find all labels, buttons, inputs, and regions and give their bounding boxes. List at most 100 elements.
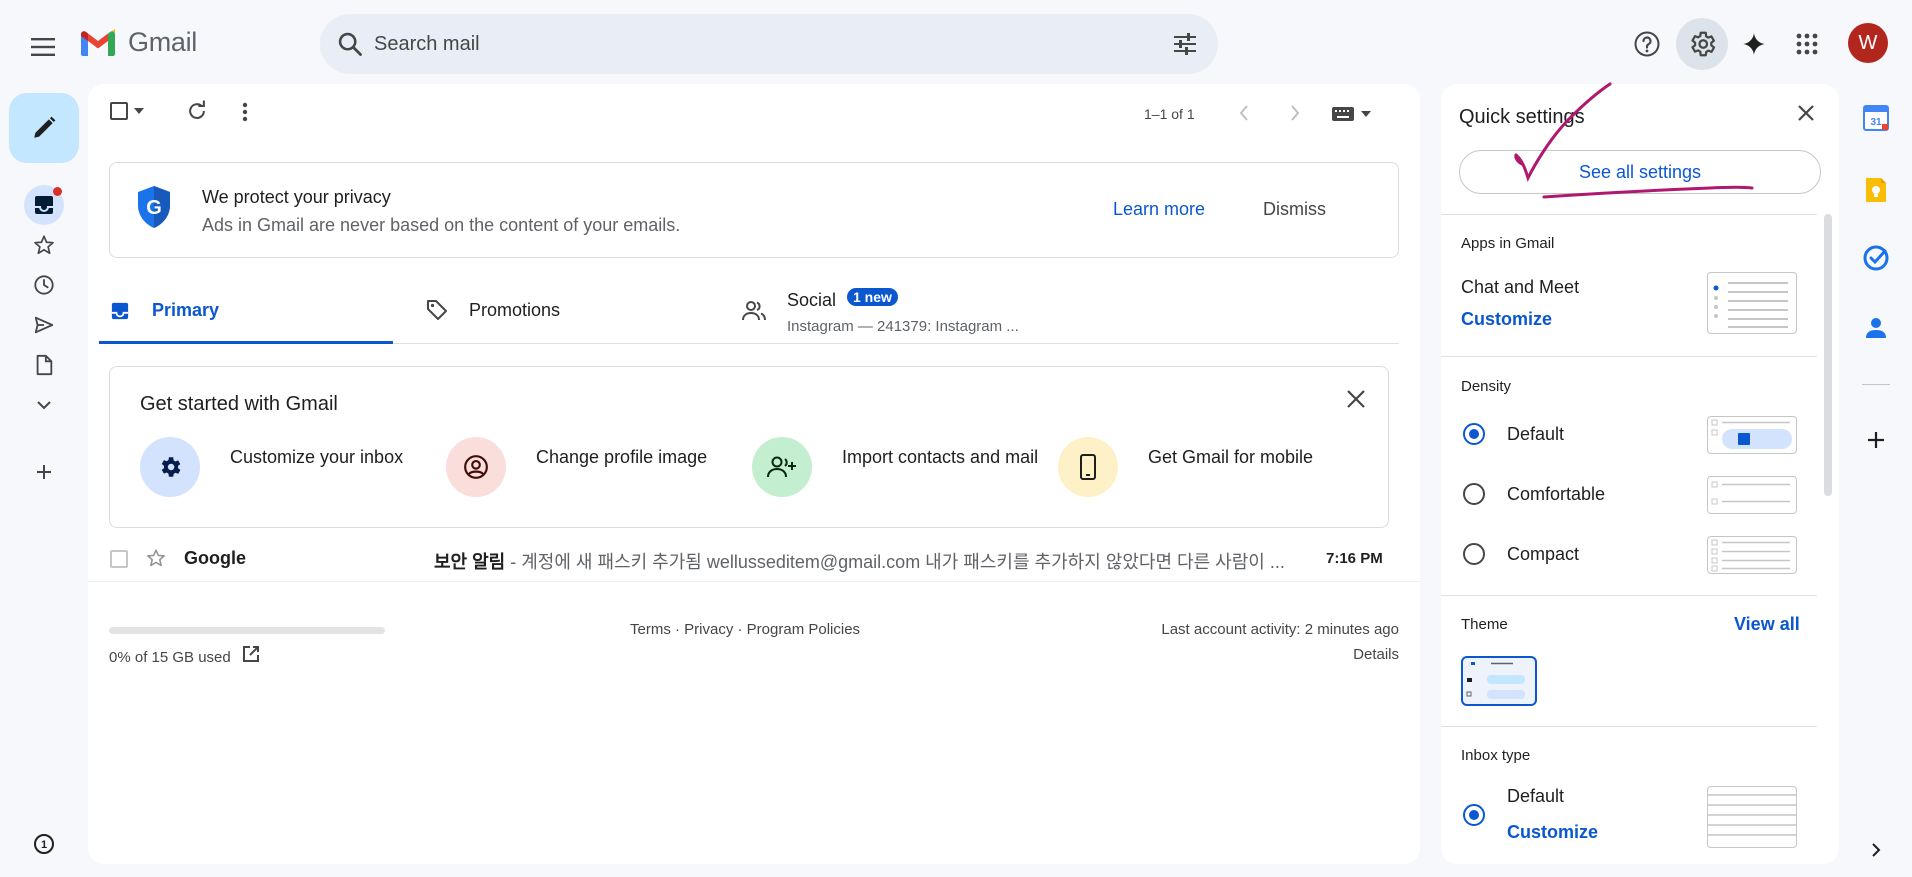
density-comfortable-radio[interactable] xyxy=(1463,483,1485,505)
get-mobile-action[interactable]: Get Gmail for mobile xyxy=(1058,437,1358,499)
nav-inbox[interactable] xyxy=(24,185,64,225)
search-options-icon[interactable] xyxy=(1172,32,1198,56)
help-button[interactable] xyxy=(1623,20,1671,68)
customize-inbox-label: Customize your inbox xyxy=(230,447,404,467)
inbox-type-default-radio[interactable] xyxy=(1463,804,1485,826)
tab-social-label: Social xyxy=(787,290,837,310)
apps-customize-link[interactable]: Customize xyxy=(1461,309,1552,330)
apps-thumbnail xyxy=(1707,272,1797,334)
contacts-app-button[interactable] xyxy=(1862,314,1890,342)
quick-settings-scrollbar[interactable] xyxy=(1824,214,1832,496)
see-all-settings-button[interactable]: See all settings xyxy=(1459,150,1821,194)
email-time: 7:16 PM xyxy=(1326,550,1383,567)
apps-icon xyxy=(1796,33,1818,55)
account-avatar[interactable]: W xyxy=(1848,23,1888,63)
density-compact-radio[interactable] xyxy=(1463,543,1485,565)
quick-settings-title: Quick settings xyxy=(1459,106,1585,128)
quick-settings-close-button[interactable] xyxy=(1797,104,1815,122)
get-started-close-button[interactable] xyxy=(1346,389,1366,409)
pagination-text: 1–1 of 1 xyxy=(1144,106,1195,122)
open-in-new-icon xyxy=(243,646,259,662)
settings-button[interactable] xyxy=(1676,18,1728,70)
density-default-label: Default xyxy=(1507,424,1565,444)
compose-button[interactable] xyxy=(9,93,79,163)
dismiss-button[interactable]: Dismiss xyxy=(1263,199,1326,220)
plus-icon xyxy=(37,465,51,479)
checkbox-icon xyxy=(110,102,128,120)
search-icon[interactable] xyxy=(336,30,364,58)
divider xyxy=(1441,726,1817,727)
refresh-button[interactable] xyxy=(186,100,208,122)
get-mobile-label: Get Gmail for mobile xyxy=(1148,447,1314,467)
nav-starred[interactable] xyxy=(28,229,60,261)
tab-promotions[interactable]: Promotions xyxy=(425,280,719,344)
inbox-icon xyxy=(35,196,53,214)
nav-drafts[interactable] xyxy=(28,349,60,381)
newer-button[interactable] xyxy=(1238,104,1250,122)
import-circle xyxy=(752,437,812,497)
manage-storage-link[interactable] xyxy=(242,645,260,663)
hide-side-panel-button[interactable] xyxy=(1862,836,1890,864)
contacts-icon xyxy=(1866,318,1886,338)
email-subject-line: 보안 알림 - 계정에 새 패스키 추가됨 wellusseditem@gmai… xyxy=(434,548,1314,574)
email-sender: Google xyxy=(184,548,246,568)
category-tabs: Primary Promotions Social 1 new Instagra… xyxy=(99,280,1399,344)
caret-down-icon xyxy=(1361,111,1371,117)
gmail-logo[interactable]: Gmail xyxy=(78,27,197,58)
theme-section-title: Theme xyxy=(1461,616,1508,633)
get-addons-button[interactable] xyxy=(1862,426,1890,454)
older-button[interactable] xyxy=(1289,104,1301,122)
storage-bar xyxy=(109,627,385,634)
row-star-button[interactable] xyxy=(146,548,166,568)
privacy-title: We protect your privacy xyxy=(202,187,391,207)
inbox-type-section-title: Inbox type xyxy=(1461,747,1531,764)
nav-new-label[interactable] xyxy=(28,456,60,488)
learn-more-link[interactable]: Learn more xyxy=(1113,199,1205,220)
select-all-checkbox[interactable] xyxy=(110,102,144,120)
calendar-app-button[interactable]: 31 xyxy=(1862,104,1890,132)
tasks-icon xyxy=(1863,245,1889,271)
profile-circle xyxy=(446,437,506,497)
draft-icon xyxy=(36,354,53,376)
settings-icon xyxy=(1691,31,1716,57)
search-input[interactable] xyxy=(374,14,1134,74)
tab-primary[interactable]: Primary xyxy=(99,280,393,344)
nav-snoozed[interactable] xyxy=(28,269,60,301)
input-tools-button[interactable] xyxy=(1331,106,1371,122)
inbox-type-customize-link[interactable]: Customize xyxy=(1507,822,1598,843)
keep-app-button[interactable] xyxy=(1862,176,1890,204)
get-started-title: Get started with Gmail xyxy=(140,393,338,415)
divider xyxy=(1441,356,1817,357)
row-checkbox[interactable] xyxy=(110,550,128,568)
settings-icon xyxy=(161,457,181,477)
nav-more[interactable] xyxy=(28,389,60,421)
tasks-app-button[interactable] xyxy=(1862,244,1890,272)
google-shield-icon: G xyxy=(138,186,170,228)
email-row[interactable]: Google 보안 알림 - 계정에 새 패스키 추가됨 wellussedit… xyxy=(88,536,1420,582)
nav-sent[interactable] xyxy=(28,309,60,341)
account-circle-icon xyxy=(464,455,488,479)
footer-links[interactable]: Terms · Privacy · Program Policies xyxy=(630,621,860,638)
gemini-button[interactable] xyxy=(1730,20,1778,68)
import-contacts-action[interactable]: Import contacts and mail xyxy=(752,437,1052,499)
google-apps-button[interactable] xyxy=(1783,20,1831,68)
density-compact-label: Compact xyxy=(1507,544,1580,564)
layout-preview-icon xyxy=(1713,282,1788,328)
search-bar[interactable] xyxy=(320,14,1218,74)
calendar-icon: 31 xyxy=(1863,105,1889,131)
theme-default-thumbnail[interactable] xyxy=(1461,656,1537,706)
person-add-icon xyxy=(767,456,796,478)
density-default-radio[interactable] xyxy=(1463,423,1485,445)
customize-inbox-action[interactable]: Customize your inbox xyxy=(140,437,440,499)
nav-status[interactable]: 1 xyxy=(28,828,60,860)
phone-icon xyxy=(1080,454,1096,480)
theme-view-all-link[interactable]: View all xyxy=(1734,614,1800,635)
main-menu-button[interactable] xyxy=(26,30,60,64)
change-profile-image-action[interactable]: Change profile image xyxy=(446,437,746,499)
inbox-icon xyxy=(111,302,129,320)
more-options-button[interactable] xyxy=(242,102,248,122)
inbox-type-default-label: Default xyxy=(1507,786,1565,806)
more-vert-icon xyxy=(242,102,248,122)
privacy-description: Ads in Gmail are never based on the cont… xyxy=(202,215,681,235)
details-link[interactable]: Details xyxy=(1353,646,1399,663)
